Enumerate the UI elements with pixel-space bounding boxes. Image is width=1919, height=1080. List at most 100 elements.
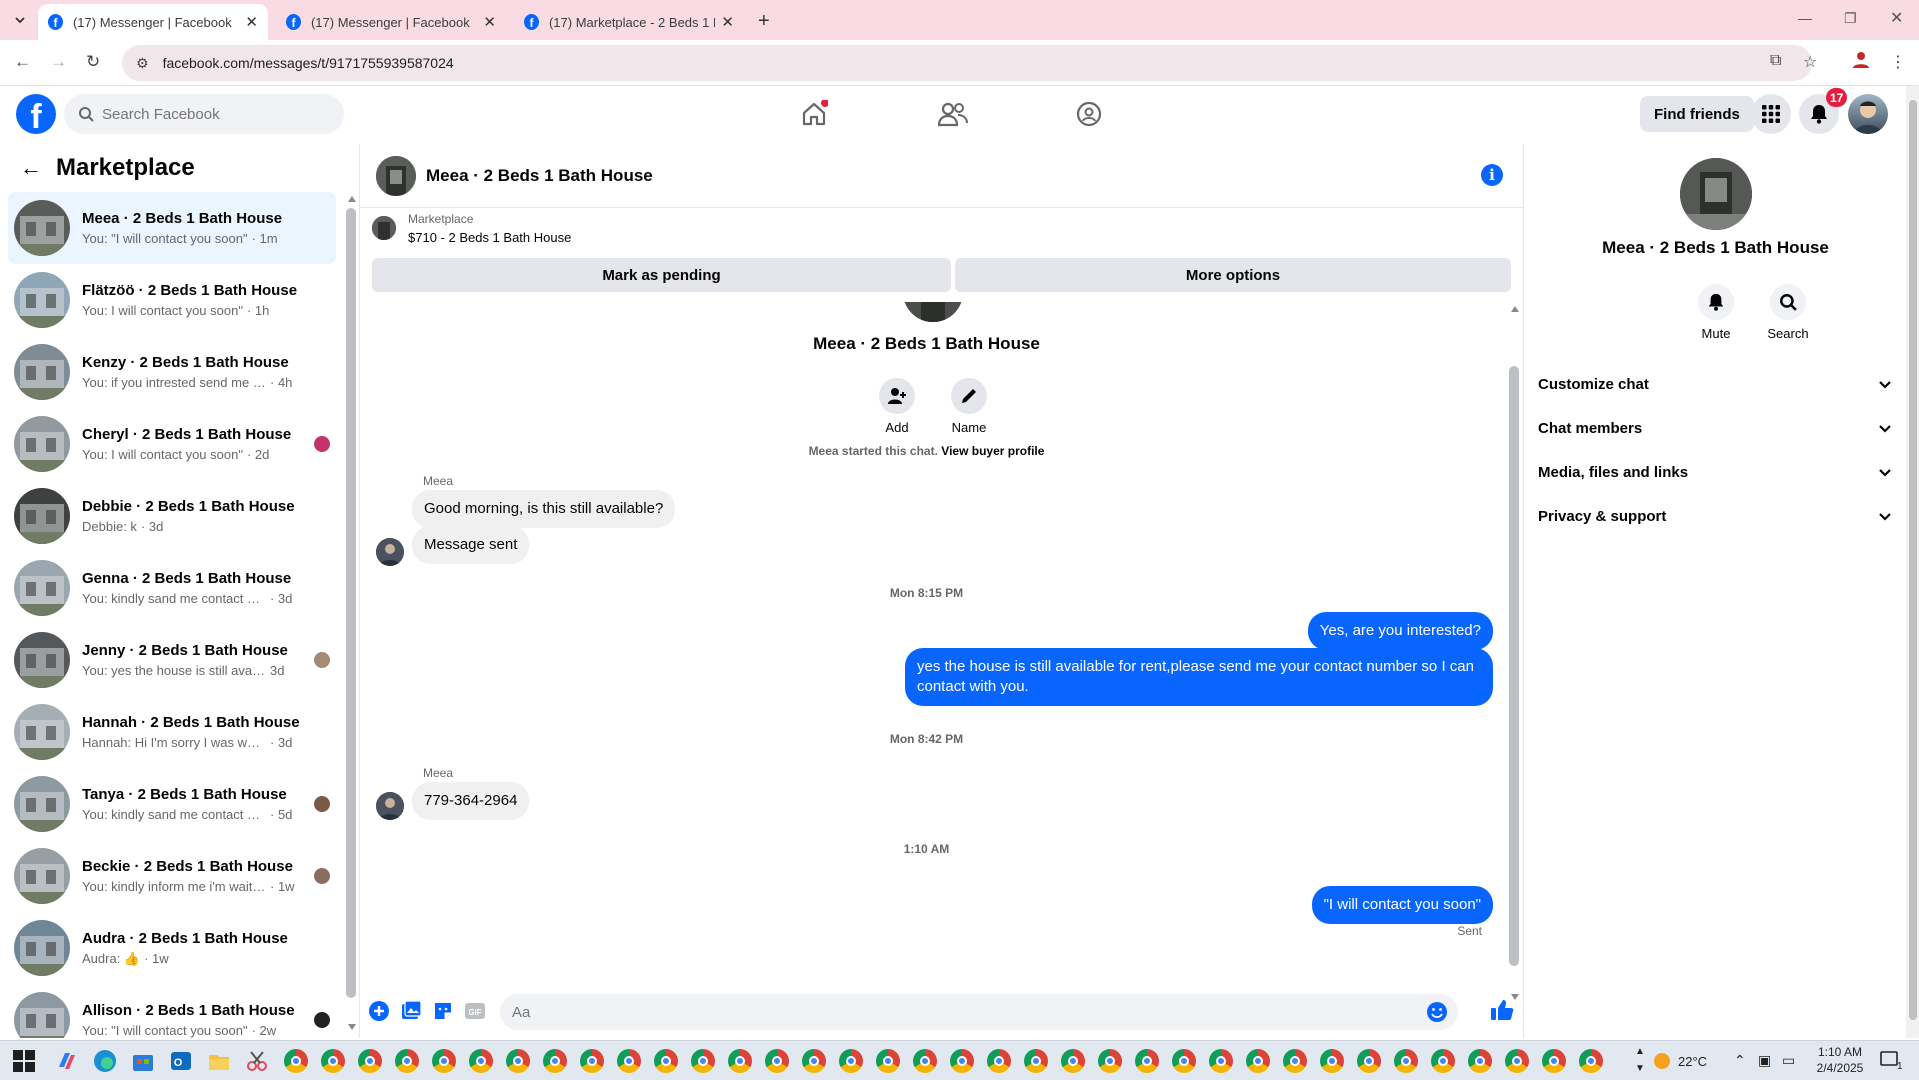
weather-widget[interactable]: 22°C <box>1652 1051 1707 1071</box>
gif-icon[interactable]: GIF <box>464 1000 486 1022</box>
conversation-item[interactable]: Debbie · 2 Beds 1 Bath House Debbie: k · 3… <box>8 480 336 552</box>
page-scrollbar[interactable] <box>1906 86 1919 1038</box>
chat-members-section[interactable]: Chat members <box>1538 406 1892 450</box>
chrome-app-icon[interactable] <box>1024 1049 1048 1073</box>
message-input-box[interactable] <box>500 994 1458 1030</box>
chrome-app-icon[interactable] <box>691 1049 715 1073</box>
chrome-app-icon[interactable] <box>1468 1049 1492 1073</box>
chat-avatar[interactable] <box>376 155 416 196</box>
conversation-item[interactable]: Hannah · 2 Beds 1 Bath House Hannah: Hi I… <box>8 696 336 768</box>
plus-circle-icon[interactable] <box>368 1000 390 1022</box>
profile-avatar[interactable] <box>1848 94 1888 134</box>
snipping-tool-icon[interactable] <box>245 1049 269 1073</box>
chrome-app-icon[interactable] <box>1246 1049 1270 1073</box>
store-icon[interactable] <box>131 1049 155 1073</box>
view-buyer-profile-link[interactable]: View buyer profile <box>941 444 1044 458</box>
chrome-app-icon[interactable] <box>1283 1049 1307 1073</box>
menu-grid-button[interactable] <box>1751 94 1791 134</box>
message-input[interactable] <box>512 1003 1392 1021</box>
edge-icon[interactable] <box>93 1049 117 1073</box>
chrome-app-icon[interactable] <box>1098 1049 1122 1073</box>
media-files-links-section[interactable]: Media, files and links <box>1538 450 1892 494</box>
chrome-app-icon[interactable] <box>876 1049 900 1073</box>
sender-avatar[interactable] <box>376 792 404 820</box>
browser-tab-1[interactable]: f (17) Messenger | Facebook ✕ <box>38 4 268 40</box>
close-window-button[interactable]: ✕ <box>1890 8 1903 28</box>
message-outgoing[interactable]: Yes, are you interested? <box>1307 612 1493 650</box>
close-tab-icon[interactable]: ✕ <box>245 13 258 31</box>
home-icon[interactable] <box>800 100 828 128</box>
chrome-app-icon[interactable] <box>987 1049 1011 1073</box>
conversation-item[interactable]: Allison · 2 Beds 1 Bath House You: "I wil… <box>8 984 336 1038</box>
chrome-app-icon[interactable] <box>543 1049 567 1073</box>
chrome-app-icon[interactable] <box>1357 1049 1381 1073</box>
friends-icon[interactable] <box>938 100 968 128</box>
close-tab-icon[interactable]: ✕ <box>483 13 496 31</box>
back-button[interactable]: ← <box>14 52 31 72</box>
listing-banner[interactable]: Marketplace $710 - 2 Beds 1 Bath House <box>372 212 1512 246</box>
chrome-app-icon[interactable] <box>913 1049 937 1073</box>
message-outgoing[interactable]: "I will contact you soon" <box>1311 886 1493 924</box>
back-arrow-icon[interactable]: ← <box>20 155 48 181</box>
chrome-app-icon[interactable] <box>1505 1049 1529 1073</box>
search-in-chat-button[interactable]: Search <box>1752 284 1824 341</box>
conversation-item[interactable]: Meea · 2 Beds 1 Bath House You: "I will c… <box>8 192 336 264</box>
close-tab-icon[interactable]: ✕ <box>721 13 734 31</box>
facebook-logo-icon[interactable]: f <box>16 94 56 134</box>
info-icon[interactable]: i <box>1481 164 1503 186</box>
new-tab-button[interactable]: + <box>758 10 770 33</box>
chrome-app-icon[interactable] <box>432 1049 456 1073</box>
info-avatar[interactable] <box>1680 158 1752 230</box>
chrome-app-icon[interactable] <box>395 1049 419 1073</box>
mute-button[interactable]: Mute <box>1680 284 1752 341</box>
show-hidden-icons-icon[interactable]: ⌃ <box>1734 1052 1746 1069</box>
conversation-item[interactable]: Beckie · 2 Beds 1 Bath House You: kindly … <box>8 840 336 912</box>
chrome-app-icon[interactable] <box>728 1049 752 1073</box>
find-friends-button[interactable]: Find friends <box>1640 96 1754 132</box>
chrome-app-icon[interactable] <box>839 1049 863 1073</box>
reload-button[interactable]: ↻ <box>86 52 100 72</box>
chrome-app-icon[interactable] <box>506 1049 530 1073</box>
chrome-app-icon[interactable] <box>1135 1049 1159 1073</box>
browser-tab-3[interactable]: f (17) Marketplace - 2 Beds 1 Bath ✕ <box>514 4 744 40</box>
search-input[interactable] <box>102 105 322 123</box>
chrome-app-icon[interactable] <box>1209 1049 1233 1073</box>
browser-tab-2[interactable]: f (17) Messenger | Facebook ✕ <box>276 4 506 40</box>
chrome-app-icon[interactable] <box>1320 1049 1344 1073</box>
profile-icon[interactable] <box>1852 50 1870 68</box>
sticker-icon[interactable] <box>432 1000 454 1022</box>
chrome-app-icon[interactable] <box>1431 1049 1455 1073</box>
chrome-app-icon[interactable] <box>1061 1049 1085 1073</box>
forward-button[interactable]: → <box>50 52 67 72</box>
conversation-item[interactable]: Cheryl · 2 Beds 1 Bath House You: I will … <box>8 408 336 480</box>
sender-avatar[interactable] <box>376 538 404 566</box>
chrome-app-icon[interactable] <box>802 1049 826 1073</box>
chrome-app-icon[interactable] <box>617 1049 641 1073</box>
chrome-app-icon[interactable] <box>1172 1049 1196 1073</box>
edit-name-button[interactable]: Name <box>934 378 1004 435</box>
chrome-app-icon[interactable] <box>1542 1049 1566 1073</box>
conversation-item[interactable]: Audra · 2 Beds 1 Bath House Audra: 👍 · 1w <box>8 912 336 984</box>
file-explorer-icon[interactable] <box>207 1049 231 1073</box>
chrome-app-icon[interactable] <box>580 1049 604 1073</box>
emoji-icon[interactable] <box>1426 1001 1448 1023</box>
facebook-search[interactable] <box>64 94 344 134</box>
meet-now-icon[interactable]: ▣ <box>1758 1052 1771 1069</box>
photo-icon[interactable] <box>400 1000 422 1022</box>
network-icon[interactable]: ▭ <box>1782 1052 1795 1069</box>
windows-start-icon[interactable] <box>12 1049 36 1073</box>
message-incoming[interactable]: Message sent <box>412 526 530 564</box>
message-incoming[interactable]: 779-364-2964 <box>412 782 530 820</box>
bookmark-star-icon[interactable]: ☆ <box>1803 52 1817 72</box>
chrome-app-icon[interactable] <box>469 1049 493 1073</box>
add-people-button[interactable]: Add <box>862 378 932 435</box>
minimize-button[interactable]: — <box>1798 10 1812 26</box>
site-info-icon[interactable]: ⚙ <box>136 55 149 72</box>
copilot-icon[interactable] <box>55 1049 79 1073</box>
conversation-item[interactable]: Kenzy · 2 Beds 1 Bath House You: if you i… <box>8 336 336 408</box>
taskbar-clock[interactable]: 1:10 AM 2/4/2025 <box>1800 1044 1880 1076</box>
conversation-item[interactable]: Flätzöö · 2 Beds 1 Bath House You: I will… <box>8 264 336 336</box>
outlook-icon[interactable]: O <box>169 1049 193 1073</box>
conversation-item[interactable]: Jenny · 2 Beds 1 Bath House You: yes the … <box>8 624 336 696</box>
chrome-app-icon[interactable] <box>654 1049 678 1073</box>
